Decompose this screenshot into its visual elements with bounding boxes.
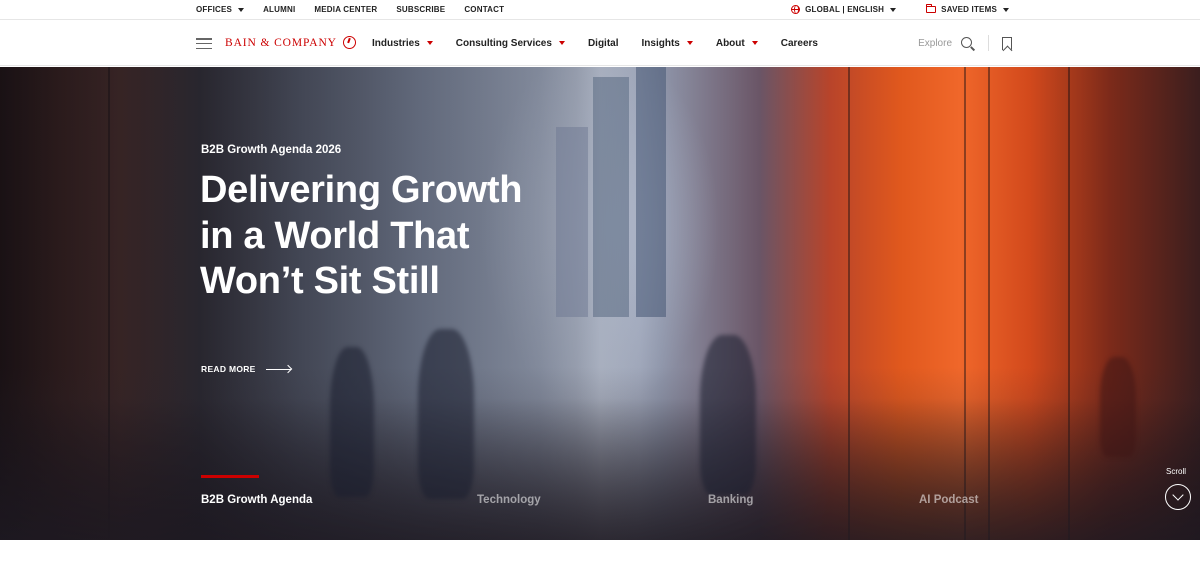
media-center-label: MEDIA CENTER [314,5,378,14]
hero-skyscraper [593,77,629,317]
utility-links: OFFICES ALUMNI MEDIA CENTER SUBSCRIBE CO… [196,0,523,19]
hero-walker [700,335,756,495]
active-tab-indicator [201,475,259,478]
nav-item-careers[interactable]: Careers [781,38,818,49]
subscribe-link[interactable]: SUBSCRIBE [396,5,445,14]
nav-item-label: Insights [641,37,680,49]
saved-items-menu[interactable]: SAVED ITEMS [926,4,1009,14]
search-icon[interactable] [961,36,974,50]
hero-title: Delivering Growth in a World That Won’t … [200,169,523,302]
read-more-label: READ MORE [201,364,256,374]
alumni-link[interactable]: ALUMNI [263,5,295,14]
chevron-down-icon [238,7,245,12]
hero-banner: B2B Growth Agenda 2026 Delivering Growth… [0,67,1200,540]
arrow-right-icon [265,365,292,373]
chevron-down-icon [890,7,897,12]
globe-icon [791,5,801,14]
hero-skyscraper [636,67,666,317]
scroll-label: Scroll [1166,467,1187,476]
tab-ai-podcast[interactable]: AI Podcast [919,494,978,506]
nav-item-about[interactable]: About [716,38,758,49]
logo-mark-icon [342,36,356,49]
explore-label[interactable]: Explore [918,38,952,49]
subscribe-label: SUBSCRIBE [396,5,446,14]
tab-technology[interactable]: Technology [477,494,541,506]
contact-link[interactable]: CONTACT [464,5,504,14]
hero-skyscraper [556,127,588,317]
logo[interactable]: BAIN & COMPANY [225,36,356,49]
media-center-link[interactable]: MEDIA CENTER [314,5,377,14]
chevron-down-icon [558,41,565,45]
nav-item-consulting-services[interactable]: Consulting Services [456,38,565,49]
hero-eyebrow: B2B Growth Agenda 2026 [201,144,342,156]
nav-item-label: Industries [372,37,420,49]
nav-item-label: Consulting Services [455,37,552,49]
hero-tabs: B2B Growth Agenda Technology Banking AI … [0,475,1200,515]
hero-walker [1100,357,1136,457]
main-nav: BAIN & COMPANY Industries Consulting Ser… [0,20,1200,66]
alumni-label: ALUMNI [263,5,296,14]
language-selector[interactable]: GLOBAL | ENGLISH [791,5,897,14]
logo-text: BAIN & COMPANY [225,36,337,49]
language-label: GLOBAL | ENGLISH [805,5,885,14]
bookmark-icon[interactable] [1002,36,1012,50]
chevron-down-icon [686,41,693,45]
scroll-down-icon[interactable] [1165,484,1191,510]
chevron-down-icon [1003,7,1009,12]
offices-link[interactable]: OFFICES [196,5,245,14]
read-more-link[interactable]: READ MORE [201,364,292,374]
nav-item-insights[interactable]: Insights [642,38,693,49]
tab-b2b-growth-agenda[interactable]: B2B Growth Agenda [201,494,312,506]
utility-right: GLOBAL | ENGLISH SAVED ITEMS [791,0,1009,19]
contact-label: CONTACT [464,5,505,14]
nav-divider [988,35,989,51]
nav-item-digital[interactable]: Digital [588,38,619,49]
offices-label: OFFICES [196,5,233,14]
folder-icon [926,4,937,13]
chevron-down-icon [426,41,433,45]
tab-banking[interactable]: Banking [708,494,753,506]
utility-bar: OFFICES ALUMNI MEDIA CENTER SUBSCRIBE CO… [0,0,1200,20]
saved-items-label: SAVED ITEMS [941,5,997,14]
nav-item-label: Digital [587,37,619,49]
nav-items: Industries Consulting Services Digital I… [372,20,841,66]
nav-right: Explore [918,20,1012,66]
hamburger-icon[interactable] [196,38,212,50]
hero-walker [418,329,474,499]
nav-item-industries[interactable]: Industries [372,38,433,49]
nav-item-label: About [715,37,745,49]
chevron-down-icon [751,41,758,45]
nav-item-label: Careers [780,37,818,49]
